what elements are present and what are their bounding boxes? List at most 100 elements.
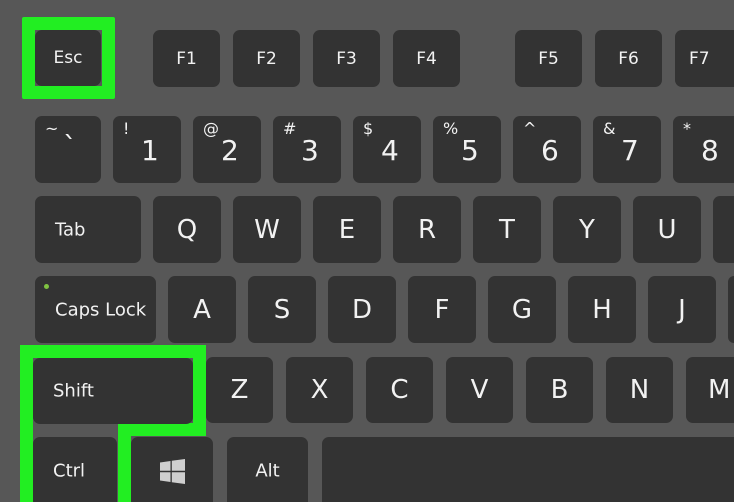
- key-label: Q: [176, 214, 198, 245]
- key-j[interactable]: J: [648, 276, 716, 343]
- key-z[interactable]: Z: [206, 357, 273, 423]
- key-label: Shift: [53, 380, 94, 402]
- key-label: F4: [416, 48, 437, 69]
- key-tab[interactable]: Tab: [35, 196, 141, 263]
- key-label: A: [193, 294, 211, 325]
- key-shift[interactable]: Shift: [33, 358, 193, 424]
- key-label: F6: [618, 48, 639, 69]
- key-label: T: [499, 214, 515, 245]
- windows-logo-icon: [160, 459, 185, 484]
- key-y[interactable]: Y: [553, 196, 621, 263]
- key-shift-label: @: [203, 119, 219, 138]
- key-shift-label: #: [283, 119, 297, 138]
- key-shift-label: %: [443, 119, 459, 138]
- key-r[interactable]: R: [393, 196, 461, 263]
- key-label: B: [550, 375, 569, 405]
- key-label: J: [678, 294, 686, 325]
- key-label: 2: [221, 134, 239, 167]
- key-f4[interactable]: F4: [393, 30, 460, 87]
- key-2[interactable]: @2: [193, 116, 261, 183]
- key-d[interactable]: D: [328, 276, 396, 343]
- key-f1[interactable]: F1: [153, 30, 220, 87]
- key-label: Tab: [55, 219, 86, 240]
- key-u[interactable]: U: [633, 196, 701, 263]
- key-f3[interactable]: F3: [313, 30, 380, 87]
- key-4[interactable]: $4: [353, 116, 421, 183]
- key-label: X: [310, 375, 329, 405]
- key-h[interactable]: H: [568, 276, 636, 343]
- key-label: W: [254, 214, 280, 245]
- key-caps-lock[interactable]: Caps Lock: [35, 276, 156, 343]
- key-label: D: [351, 294, 373, 325]
- key-3[interactable]: #3: [273, 116, 341, 183]
- key-shift-label: &: [603, 119, 616, 138]
- key-shift-label: ~: [45, 119, 59, 138]
- key-label: 8: [701, 134, 719, 167]
- key-label: Ctrl: [53, 460, 86, 482]
- key-shift-label: !: [123, 119, 130, 138]
- key-k[interactable]: [728, 276, 734, 343]
- key-8[interactable]: * 8: [673, 116, 734, 183]
- key-label: 7: [621, 134, 639, 167]
- key-7[interactable]: & 7: [593, 116, 661, 183]
- key-label: F1: [176, 48, 197, 69]
- key-backtick[interactable]: ~ `: [35, 116, 101, 183]
- key-f5[interactable]: F5: [515, 30, 582, 87]
- key-label: R: [417, 214, 437, 245]
- key-label: Y: [579, 214, 595, 245]
- key-label: 4: [381, 134, 399, 167]
- key-t[interactable]: T: [473, 196, 541, 263]
- key-windows[interactable]: [131, 437, 213, 502]
- key-label: U: [657, 214, 677, 245]
- key-a[interactable]: A: [168, 276, 236, 343]
- key-label: F7: [689, 48, 710, 69]
- key-f6[interactable]: F6: [595, 30, 662, 87]
- key-c[interactable]: C: [366, 357, 433, 423]
- key-shift-label: ^: [523, 119, 537, 138]
- key-label: V: [470, 375, 489, 405]
- key-5[interactable]: % 5: [433, 116, 501, 183]
- key-label: N: [629, 375, 650, 405]
- key-space[interactable]: [322, 437, 734, 502]
- key-v[interactable]: V: [446, 357, 513, 423]
- key-w[interactable]: W: [233, 196, 301, 263]
- key-label: H: [592, 294, 612, 325]
- key-f7[interactable]: F7: [675, 30, 734, 87]
- key-ctrl[interactable]: Ctrl: [33, 437, 117, 502]
- key-label: F: [434, 294, 450, 325]
- key-label: F2: [256, 48, 277, 69]
- key-label: S: [273, 294, 291, 325]
- key-1[interactable]: ! 1: [113, 116, 181, 183]
- key-label: Alt: [255, 460, 280, 482]
- key-alt[interactable]: Alt: [227, 437, 308, 502]
- key-m[interactable]: M: [686, 357, 734, 423]
- key-f2[interactable]: F2: [233, 30, 300, 87]
- key-label: 1: [141, 134, 159, 167]
- key-f[interactable]: F: [408, 276, 476, 343]
- key-label: 5: [461, 134, 479, 167]
- key-q[interactable]: Q: [153, 196, 221, 263]
- key-label: F5: [538, 48, 559, 69]
- key-s[interactable]: S: [248, 276, 316, 343]
- key-i[interactable]: [713, 196, 734, 263]
- key-g[interactable]: G: [488, 276, 556, 343]
- key-x[interactable]: X: [286, 357, 353, 423]
- key-shift-label: *: [683, 119, 691, 138]
- key-label: F3: [336, 48, 357, 69]
- key-n[interactable]: N: [606, 357, 673, 423]
- key-label: Caps Lock: [55, 299, 147, 320]
- key-label: E: [338, 214, 356, 245]
- key-b[interactable]: B: [526, 357, 593, 423]
- caps-lock-indicator: [44, 284, 49, 289]
- key-label: 6: [541, 134, 559, 167]
- key-e[interactable]: E: [313, 196, 381, 263]
- key-6[interactable]: ^ 6: [513, 116, 581, 183]
- key-label: `: [63, 130, 77, 163]
- key-label: Esc: [53, 48, 83, 68]
- key-label: Z: [230, 375, 249, 405]
- key-esc[interactable]: Esc: [35, 30, 101, 86]
- key-label: G: [511, 294, 533, 325]
- key-label: C: [390, 375, 409, 405]
- key-shift-label: $: [363, 119, 374, 138]
- key-label: 3: [301, 134, 319, 167]
